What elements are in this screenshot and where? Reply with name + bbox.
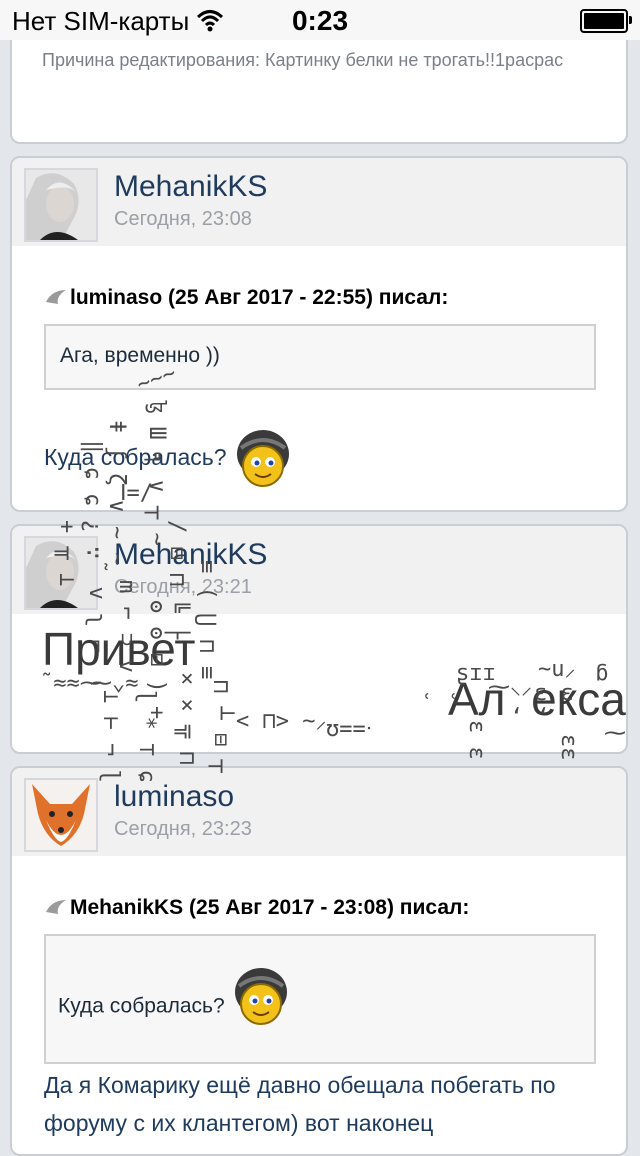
post-header: luminaso Сегодня, 23:23 bbox=[12, 768, 626, 856]
post-body: Куда собралась? bbox=[44, 428, 293, 490]
post-date: Сегодня, 23:21 bbox=[114, 576, 252, 598]
post-author[interactable]: luminaso bbox=[114, 780, 234, 814]
avatar[interactable] bbox=[24, 778, 98, 852]
post-body-name: Ал екса bbox=[448, 673, 626, 725]
post-header: MehanikKS Сегодня, 23:08 bbox=[12, 158, 626, 246]
post-author[interactable]: MehanikKS bbox=[114, 170, 267, 204]
post-body-text: Куда собралась? bbox=[44, 444, 227, 471]
edit-reason: Причина редактирования: Картинку белки н… bbox=[42, 50, 564, 70]
battery-icon bbox=[580, 9, 632, 33]
quote-header-text: MehanikKS (25 Авг 2017 - 23:08) писал: bbox=[70, 896, 470, 919]
smiley-helmet-icon bbox=[236, 430, 289, 487]
quote-icon bbox=[46, 900, 66, 914]
avatar-photo bbox=[26, 538, 96, 608]
post-body: Да я Комарику ещё давно обещала побегать… bbox=[44, 1072, 556, 1136]
quote-header: MehanikKS (25 Авг 2017 - 23:08) писал: bbox=[44, 896, 469, 920]
avatar[interactable] bbox=[24, 536, 98, 610]
post-card: MehanikKS Сегодня, 23:21 Привет Ал екса bbox=[10, 524, 628, 754]
avatar-fox bbox=[26, 780, 96, 850]
quote-icon bbox=[46, 290, 66, 304]
post-card: luminaso Сегодня, 23:23 MehanikKS (25 Ав… bbox=[10, 766, 628, 1156]
quote-text: Куда собралась? bbox=[58, 994, 225, 1018]
post-header: MehanikKS Сегодня, 23:21 bbox=[12, 526, 626, 614]
post-card: MehanikKS Сегодня, 23:08 luminaso (25 Ав… bbox=[10, 156, 628, 512]
quote-header-text: luminaso (25 Авг 2017 - 22:55) писал: bbox=[70, 286, 449, 309]
quote-box: Ага, временно )) bbox=[44, 324, 596, 390]
status-bar: Нет SIM-карты 0:23 bbox=[0, 0, 640, 40]
post-date: Сегодня, 23:23 bbox=[114, 818, 252, 840]
quote-text: Ага, временно )) bbox=[60, 344, 220, 367]
quote-header: luminaso (25 Авг 2017 - 22:55) писал: bbox=[44, 286, 448, 310]
smiley-helmet-icon bbox=[234, 968, 287, 1025]
clock: 0:23 bbox=[291, 5, 349, 36]
post-body-greeting: Привет bbox=[42, 623, 196, 675]
post-date: Сегодня, 23:08 bbox=[114, 208, 252, 230]
post-author[interactable]: MehanikKS bbox=[114, 538, 267, 572]
avatar[interactable] bbox=[24, 168, 98, 242]
post-card-previous: Причина редактирования: Картинку белки н… bbox=[10, 30, 628, 144]
quote-box: Куда собралась? bbox=[44, 934, 596, 1064]
avatar-photo bbox=[26, 170, 96, 240]
